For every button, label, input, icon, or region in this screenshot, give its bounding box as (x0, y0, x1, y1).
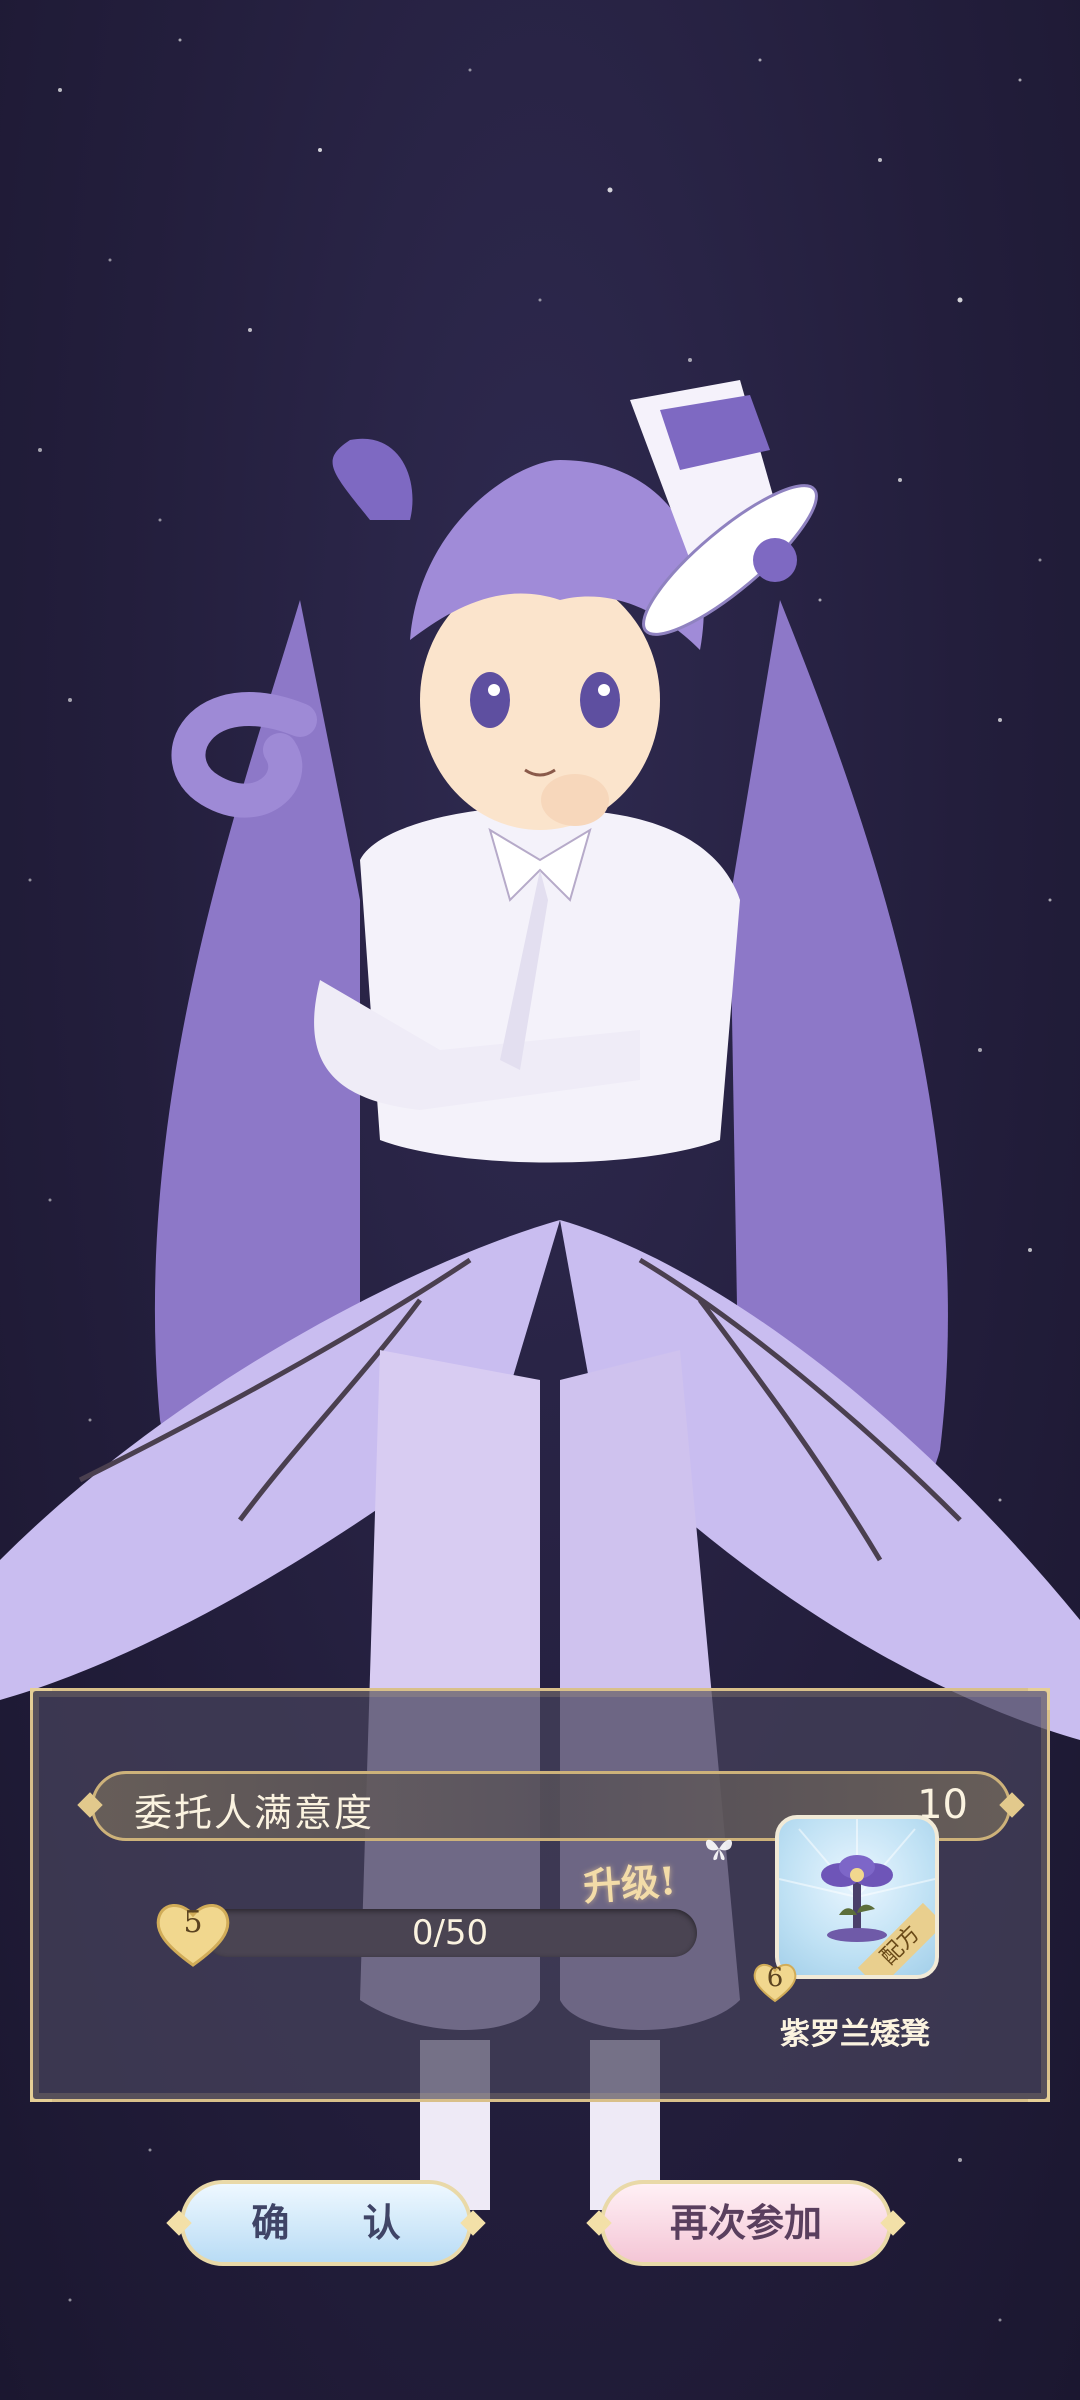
heart-level-number: 5 (183, 1905, 203, 1940)
panel-corner-ornament (1028, 1688, 1050, 1710)
panel-corner-ornament (1028, 2080, 1050, 2102)
reward-item-name: 紫罗兰矮凳 (780, 2017, 930, 2052)
level-up-text: 升级! (581, 1857, 678, 1910)
confirm-button[interactable]: 确 认 (180, 2180, 472, 2266)
panel-corner-ornament (30, 2080, 52, 2102)
panel-corner-ornament (30, 1688, 52, 1710)
xp-progress-bar: 0/50 (203, 1909, 697, 1957)
reward-item-card[interactable]: 配方 (775, 1815, 939, 1979)
result-panel: 委托人满意度 10 升级! 0/50 5 配方 6 紫罗兰矮凳 (30, 1688, 1050, 2102)
xp-progress-text: 0/50 (411, 1913, 489, 1953)
butterfly-icon (705, 1839, 733, 1861)
participate-again-button[interactable]: 再次参加 (600, 2180, 892, 2266)
game-screen: 委托人满意度 10 升级! 0/50 5 配方 6 紫罗兰矮凳 确 认 再次参加 (0, 0, 1080, 2400)
reward-level-number: 6 (766, 1963, 784, 1993)
satisfaction-label: 委托人满意度 (134, 1791, 375, 1835)
